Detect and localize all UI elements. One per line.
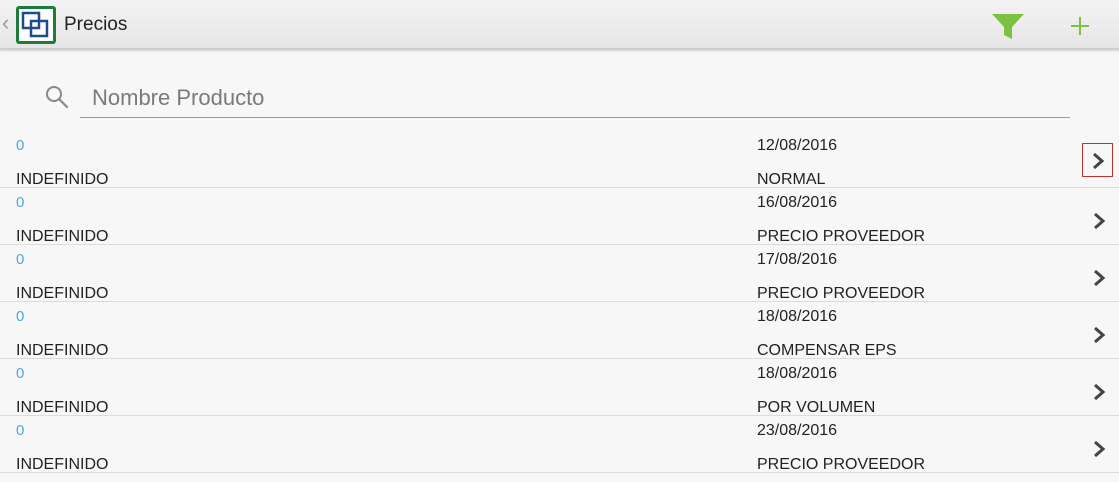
item-price-type: PRECIO PROVEEDOR bbox=[757, 456, 926, 473]
search-bar bbox=[0, 70, 1119, 120]
item-price-type: COMPENSAR EPS bbox=[757, 342, 897, 359]
search-icon bbox=[46, 86, 69, 109]
list-item[interactable]: 0 INDEFINIDO 16/08/2016 PRECIO PROVEEDOR bbox=[0, 188, 1119, 245]
item-date: 17/08/2016 bbox=[757, 251, 838, 268]
list-item[interactable]: 0 INDEFINIDO 18/08/2016 COMPENSAR EPS bbox=[0, 302, 1119, 359]
filter-icon bbox=[992, 14, 1024, 39]
app-logo-glyph bbox=[21, 11, 49, 38]
chevron-right-icon[interactable] bbox=[1084, 376, 1114, 406]
price-list: 0 INDEFINIDO 12/08/2016 NORMAL 0 INDEFINIDO 16… bbox=[0, 131, 1119, 473]
item-code: 0 bbox=[16, 365, 25, 382]
item-date: 18/08/2016 bbox=[757, 365, 838, 382]
app-logo-icon[interactable] bbox=[16, 6, 56, 44]
list-item[interactable]: 0 INDEFINIDO 23/08/2016 PRECIO PROVEEDOR bbox=[0, 416, 1119, 473]
search-input[interactable] bbox=[80, 78, 1070, 118]
item-code: 0 bbox=[16, 194, 25, 211]
list-item[interactable]: 0 INDEFINIDO 12/08/2016 NORMAL bbox=[0, 131, 1119, 188]
item-name: INDEFINIDO bbox=[16, 171, 109, 188]
action-bar: ‹ Precios bbox=[0, 0, 1119, 50]
item-price-type: NORMAL bbox=[757, 171, 826, 188]
filter-button[interactable] bbox=[990, 10, 1026, 42]
chevron-right-icon[interactable] bbox=[1084, 319, 1114, 349]
item-date: 16/08/2016 bbox=[757, 194, 838, 211]
item-name: INDEFINIDO bbox=[16, 285, 109, 302]
item-date: 18/08/2016 bbox=[757, 308, 838, 325]
item-code: 0 bbox=[16, 422, 25, 439]
item-name: INDEFINIDO bbox=[16, 342, 109, 359]
item-date: 12/08/2016 bbox=[757, 137, 838, 154]
item-price-type: PRECIO PROVEEDOR bbox=[757, 285, 926, 302]
item-name: INDEFINIDO bbox=[16, 399, 109, 416]
back-caret-icon[interactable]: ‹ bbox=[2, 12, 9, 34]
item-code: 0 bbox=[16, 308, 25, 325]
chevron-right-icon[interactable] bbox=[1084, 205, 1114, 235]
list-item[interactable]: 0 INDEFINIDO 18/08/2016 POR VOLUMEN bbox=[0, 359, 1119, 416]
chevron-right-icon[interactable] bbox=[1084, 262, 1114, 292]
item-name: INDEFINIDO bbox=[16, 456, 109, 473]
list-item[interactable]: 0 INDEFINIDO 17/08/2016 PRECIO PROVEEDOR bbox=[0, 245, 1119, 302]
item-code: 0 bbox=[16, 251, 25, 268]
item-date: 23/08/2016 bbox=[757, 422, 838, 439]
item-price-type: POR VOLUMEN bbox=[757, 399, 876, 416]
page-title: Precios bbox=[64, 14, 128, 35]
add-button[interactable] bbox=[1062, 8, 1098, 44]
item-price-type: PRECIO PROVEEDOR bbox=[757, 228, 926, 245]
chevron-right-icon[interactable] bbox=[1082, 143, 1113, 177]
item-name: INDEFINIDO bbox=[16, 228, 109, 245]
chevron-right-icon[interactable] bbox=[1084, 433, 1114, 463]
plus-icon bbox=[1071, 17, 1089, 35]
item-code: 0 bbox=[16, 137, 25, 154]
